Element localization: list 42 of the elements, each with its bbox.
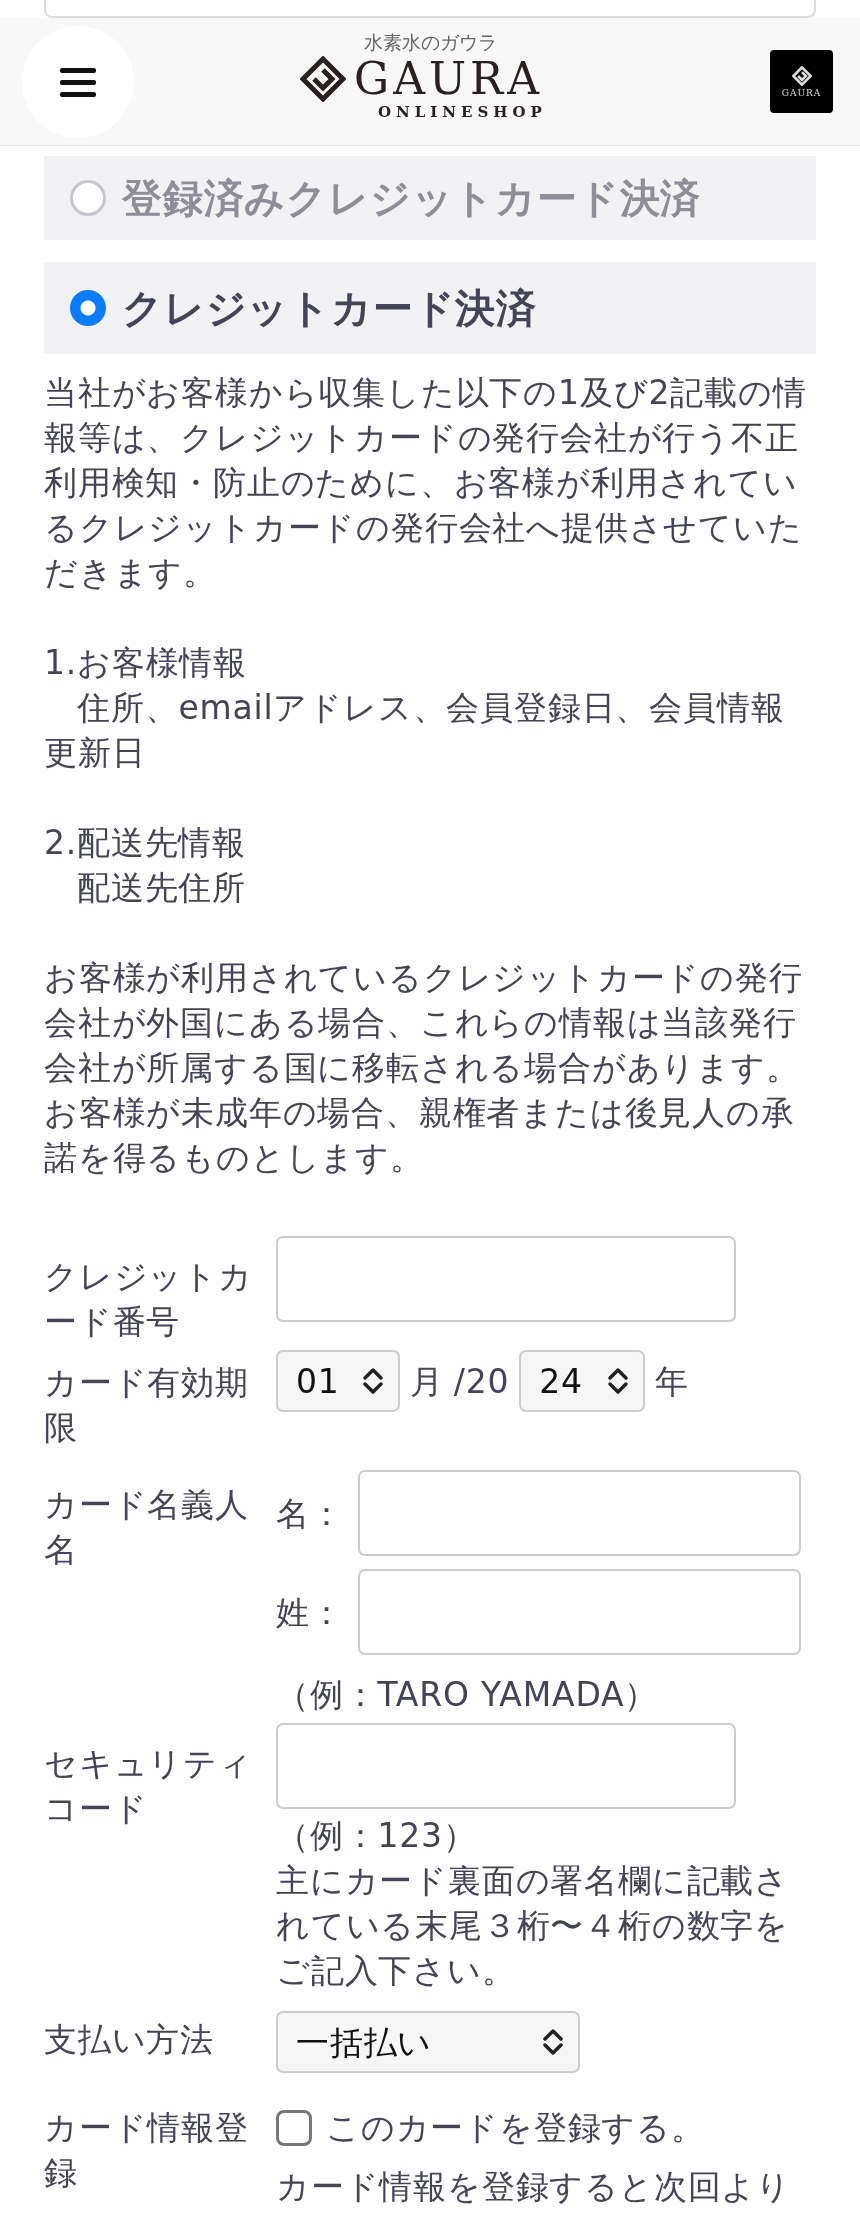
field-sublabel: 姓： (276, 1591, 344, 1634)
field-note: 主にカード裏面の署名欄に記載されている末尾３桁〜４桁の数字をご記入下さい。 (276, 1860, 790, 1992)
input-field[interactable] (357, 1470, 801, 1556)
site-tagline: 水素水のガウラ (362, 30, 498, 54)
field-note: （例：TARO YAMADA） (276, 1674, 660, 1716)
notice-paragraph: お客様が利用されているクレジットカードの発行会社が外国にある場合、これらの情報は当該発行会社が所属する国に移転される場合があります。お客様が未成年の場合、親権者または後見人の承諾を得るものとします。 (44, 957, 804, 1179)
chevron-icon (362, 1367, 384, 1395)
month-select[interactable]: 01 (276, 1350, 400, 1412)
chevron-icon (607, 1367, 630, 1395)
field-label: 支払い方法 (44, 2019, 215, 2061)
payment-select[interactable]: 一括払い (276, 2011, 580, 2073)
radio-button[interactable] (70, 180, 106, 216)
payment-option[interactable]: クレジットカード決済 (44, 262, 816, 354)
logo-text[interactable]: GAURA (354, 57, 543, 101)
brand-badge[interactable]: GAURA (770, 50, 833, 113)
logo-icon (300, 56, 346, 102)
field-label: クレジットカード番号 (44, 1256, 254, 1343)
field-label: カード有効期限 (44, 1362, 250, 1449)
chevron-icon (542, 2028, 564, 2056)
field-label: セキュリティコード (44, 1743, 254, 1830)
field-sublabel: 名： (276, 1492, 344, 1535)
input-field[interactable] (276, 1723, 736, 1809)
section-detail: 住所、emailアドレス、会員登録日、会員情報更新日 (44, 687, 786, 774)
checkbox-label: このカードを登録する。 (326, 2107, 705, 2149)
year-select[interactable]: 24 (519, 1350, 646, 1412)
unit-label: 月 (410, 1360, 444, 1403)
input-field[interactable] (357, 1569, 801, 1655)
checkbox[interactable] (276, 2109, 312, 2146)
section-heading: 1.お客様情報 (44, 642, 249, 684)
unit-label: 年 (655, 1360, 690, 1403)
field-label: カード名義人名 (44, 1484, 250, 1571)
field-note: カード情報を登録すると次回より (276, 2166, 792, 2208)
input-field[interactable] (276, 1236, 736, 1322)
field-label: カード情報登録 (44, 2107, 250, 2194)
section-heading: 2.配送先情報 (44, 822, 248, 864)
radio-button[interactable] (70, 290, 106, 326)
logo-subtext: ONLINESHOP (378, 104, 547, 121)
notice-paragraph: 当社がお客様から収集した以下の1及び2記載の情報等は、クレジットカードの発行会社が行う不正利用検知・防止のために、お客様が利用されているクレジットカードの発行会社へ提供させていただきます。 (44, 372, 808, 594)
field-note: （例：123） (276, 1815, 478, 1857)
section-detail: 配送先住所 (76, 867, 247, 909)
year-prefix: /20 (453, 1360, 510, 1403)
menu-icon (60, 66, 96, 98)
